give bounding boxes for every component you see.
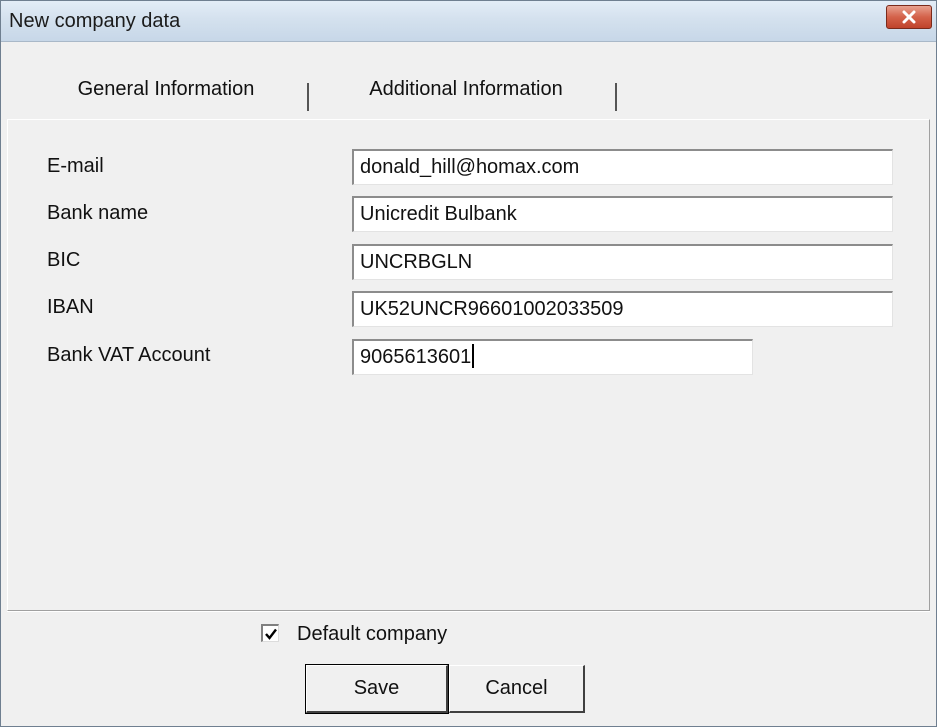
save-button[interactable]: Save: [305, 664, 449, 714]
bank-name-field[interactable]: Unicredit Bulbank: [352, 196, 893, 232]
cancel-button[interactable]: Cancel: [449, 665, 585, 713]
email-label: E-mail: [47, 155, 104, 177]
iban-label: IBAN: [47, 296, 94, 318]
close-icon: [902, 10, 916, 24]
bank-vat-account-label: Bank VAT Account: [47, 344, 211, 366]
bank-vat-account-field[interactable]: 9065613601: [352, 339, 753, 375]
title-bar[interactable]: New company data: [1, 1, 936, 42]
dialog-window: New company data General Information Add…: [0, 0, 937, 727]
bank-name-label: Bank name: [47, 202, 149, 224]
close-button[interactable]: [886, 5, 932, 29]
bic-value: UNCRBGLN: [360, 251, 473, 273]
bank-name-value: Unicredit Bulbank: [360, 203, 517, 225]
iban-field[interactable]: UK52UNCR96601002033509: [352, 291, 893, 327]
text-caret: [472, 344, 475, 369]
tab-separator: [307, 83, 309, 111]
bic-field[interactable]: UNCRBGLN: [352, 244, 893, 280]
default-company-label[interactable]: Default company: [297, 623, 447, 646]
tab-separator: [615, 83, 617, 111]
default-company-checkbox[interactable]: [261, 624, 279, 642]
tab-general-information[interactable]: General Information: [31, 71, 301, 107]
bic-label: BIC: [47, 249, 81, 271]
checkmark-icon: [264, 628, 277, 640]
email-value: donald_hill@homax.com: [360, 156, 580, 178]
window-title: New company data: [9, 10, 181, 32]
email-field[interactable]: donald_hill@homax.com: [352, 149, 893, 185]
bank-vat-account-value: 9065613601: [360, 346, 472, 368]
tab-additional-information[interactable]: Additional Information: [321, 71, 611, 107]
iban-value: UK52UNCR96601002033509: [360, 298, 624, 320]
